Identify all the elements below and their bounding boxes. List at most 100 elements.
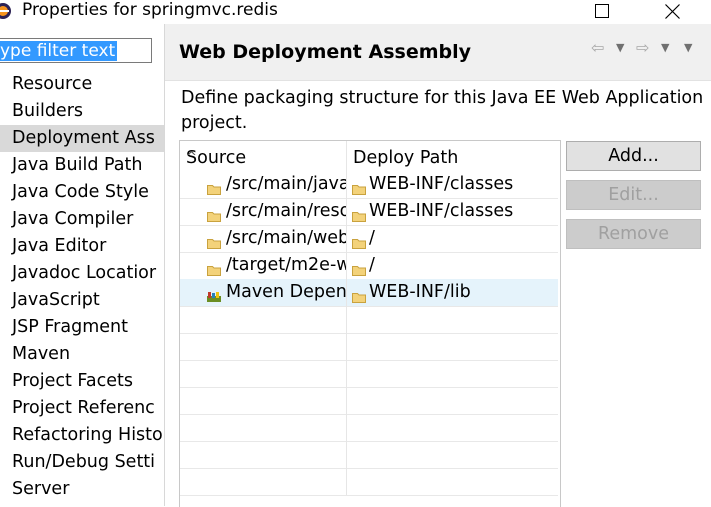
deploy-path-text: WEB-INF/classes bbox=[369, 198, 513, 225]
sidebar-item-label: Java Compiler bbox=[12, 206, 133, 233]
sidebar-item[interactable]: ›JavaScript bbox=[0, 287, 164, 314]
deploy-path-cell: WEB-INF/classes bbox=[347, 198, 558, 225]
table-row bbox=[180, 360, 558, 388]
deploy-path-cell: / bbox=[347, 225, 558, 252]
table-row[interactable]: /src/main/web / bbox=[180, 225, 558, 253]
source-cell: /src/main/web bbox=[180, 225, 347, 252]
table-row[interactable]: /target/m2e-w / bbox=[180, 252, 558, 280]
sidebar-item[interactable]: ›Java Editor bbox=[0, 233, 164, 260]
table-row bbox=[180, 441, 558, 469]
deploy-path-cell: / bbox=[347, 252, 558, 279]
page-title: Web Deployment Assembly bbox=[179, 40, 471, 64]
source-path-text: /src/main/reso bbox=[226, 198, 347, 225]
deploy-path-cell: WEB-INF/classes bbox=[347, 171, 558, 198]
deploy-path-text: / bbox=[369, 225, 375, 252]
sidebar-item[interactable]: ›Resource bbox=[0, 71, 164, 98]
folder-icon bbox=[352, 285, 366, 296]
column-header-deploy-label: Deploy Path bbox=[353, 143, 458, 173]
filter-input[interactable]: ype filter text bbox=[0, 38, 152, 63]
remove-button[interactable]: Remove bbox=[566, 219, 701, 249]
eclipse-app-icon bbox=[0, 2, 12, 20]
table-row bbox=[180, 333, 558, 361]
source-path-text: /src/main/web bbox=[226, 225, 347, 252]
deploy-path-cell bbox=[347, 360, 558, 387]
sidebar-item-label: Java Editor bbox=[12, 233, 106, 260]
source-path-text: /src/main/java bbox=[226, 171, 347, 198]
page-header: Web Deployment Assembly ⇦ ▼ ⇨ ▼ ▼ bbox=[165, 24, 711, 81]
sidebar-item[interactable]: Java Build Path bbox=[0, 152, 164, 179]
maximize-button[interactable] bbox=[582, 0, 622, 22]
maven-library-icon bbox=[206, 285, 220, 296]
sidebar-item[interactable]: Project Facets bbox=[0, 368, 164, 395]
sidebar-item-label: Javadoc Locatior bbox=[12, 260, 156, 287]
sidebar-item[interactable]: Deployment Ass bbox=[0, 125, 164, 152]
sidebar-item[interactable]: Javadoc Locatior bbox=[0, 260, 164, 287]
deploy-path-cell bbox=[347, 333, 558, 360]
sidebar-item-label: Resource bbox=[12, 71, 92, 98]
source-cell bbox=[180, 306, 347, 333]
sidebar-item-label: Java Code Style bbox=[12, 179, 149, 206]
folder-icon bbox=[352, 204, 366, 215]
deployment-table[interactable]: Source ^ Deploy Path /src/main/javaWEB-I… bbox=[179, 140, 561, 507]
sort-ascending-icon: ^ bbox=[186, 143, 197, 173]
sidebar-item[interactable]: Builders bbox=[0, 98, 164, 125]
source-cell: Maven Depend bbox=[180, 279, 347, 306]
sidebar-item[interactable]: ›Java Compiler bbox=[0, 206, 164, 233]
folder-icon bbox=[207, 204, 221, 215]
maximize-icon bbox=[595, 4, 609, 18]
source-cell bbox=[180, 414, 347, 441]
edit-button[interactable]: Edit... bbox=[566, 180, 701, 210]
sidebar-item-label: Project Facets bbox=[12, 368, 133, 395]
sidebar-item-label: Deployment Ass bbox=[12, 125, 155, 152]
table-row[interactable]: Maven Depend WEB-INF/lib bbox=[180, 279, 558, 307]
sidebar-item-label: JavaScript bbox=[12, 287, 100, 314]
source-cell bbox=[180, 441, 347, 468]
sidebar-item[interactable]: ›Java Code Style bbox=[0, 179, 164, 206]
filter-text-selected: ype filter text bbox=[0, 41, 117, 61]
add-button[interactable]: Add... bbox=[566, 141, 701, 171]
property-pages-sidebar: ype filter text ›ResourceBuildersDeploym… bbox=[0, 24, 165, 506]
table-row bbox=[180, 306, 558, 334]
source-cell bbox=[180, 468, 347, 495]
source-cell bbox=[180, 387, 347, 414]
source-cell: /src/main/reso bbox=[180, 198, 347, 225]
folder-icon bbox=[352, 231, 366, 242]
sidebar-item-label: Run/Debug Setti bbox=[12, 449, 155, 476]
sidebar-item[interactable]: ›Maven bbox=[0, 341, 164, 368]
forward-arrow-icon[interactable]: ⇨ bbox=[636, 39, 649, 57]
sidebar-item[interactable]: JSP Fragment bbox=[0, 314, 164, 341]
source-cell: /src/main/java bbox=[180, 171, 347, 198]
deploy-path-text: / bbox=[369, 252, 375, 279]
sidebar-item[interactable]: Refactoring Histo bbox=[0, 422, 164, 449]
table-row[interactable]: /src/main/javaWEB-INF/classes bbox=[180, 171, 558, 199]
sidebar-item-label: JSP Fragment bbox=[12, 314, 128, 341]
property-page-content: Web Deployment Assembly ⇦ ▼ ⇨ ▼ ▼ Define… bbox=[165, 24, 711, 506]
sidebar-item-label: Maven bbox=[12, 341, 70, 368]
sidebar-item-label: Refactoring Histo bbox=[12, 422, 163, 449]
sidebar-item[interactable]: Server bbox=[0, 476, 164, 503]
forward-dropdown-icon[interactable]: ▼ bbox=[661, 39, 669, 57]
column-header-source[interactable]: Source ^ bbox=[180, 141, 347, 171]
deploy-path-cell bbox=[347, 306, 558, 333]
sidebar-item[interactable]: Project Referenc bbox=[0, 395, 164, 422]
folder-icon bbox=[352, 258, 366, 269]
source-path-text: Maven Depend bbox=[226, 279, 347, 306]
source-cell bbox=[180, 360, 347, 387]
source-cell: /target/m2e-w bbox=[180, 252, 347, 279]
view-menu-icon[interactable]: ▼ bbox=[684, 39, 692, 57]
sidebar-item-label: Server bbox=[12, 476, 69, 503]
sidebar-item[interactable]: Run/Debug Setti bbox=[0, 449, 164, 476]
page-description: Define packaging structure for this Java… bbox=[181, 86, 709, 136]
table-row[interactable]: /src/main/reso WEB-INF/classes bbox=[180, 198, 558, 226]
window-title: Properties for springmvc.redis bbox=[22, 0, 278, 20]
sidebar-item-label: Java Build Path bbox=[12, 152, 142, 179]
deploy-path-text: WEB-INF/lib bbox=[369, 279, 471, 306]
close-icon bbox=[665, 4, 680, 19]
column-header-deploy-path[interactable]: Deploy Path bbox=[347, 141, 560, 171]
title-bar: Properties for springmvc.redis bbox=[0, 0, 711, 24]
close-button[interactable] bbox=[652, 0, 692, 22]
folder-icon bbox=[207, 258, 221, 269]
back-dropdown-icon[interactable]: ▼ bbox=[616, 39, 624, 57]
back-arrow-icon[interactable]: ⇦ bbox=[591, 39, 604, 57]
table-row bbox=[180, 414, 558, 442]
